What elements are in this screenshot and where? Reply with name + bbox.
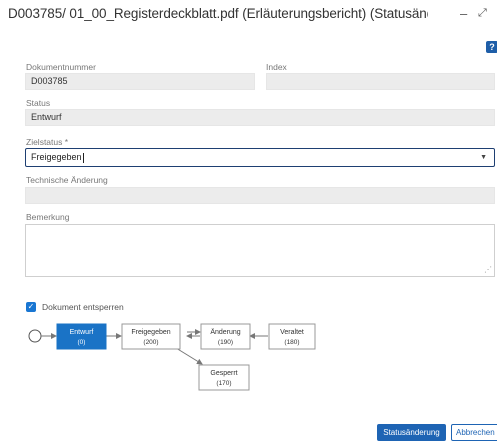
node-code: (180)	[284, 339, 299, 346]
node-label: Entwurf	[70, 329, 94, 336]
workflow-start-node	[28, 329, 42, 343]
workflow-node-veraltet: Veraltet (180)	[268, 323, 316, 350]
workflow-node-entwurf: Entwurf (0)	[56, 323, 107, 350]
statusaenderung-button[interactable]: Statusänderung	[377, 424, 446, 441]
workflow-node-gesperrt: Gesperrt (170)	[198, 364, 250, 391]
node-label: Gesperrt	[210, 370, 237, 377]
edge-freigegeben-gesperrt	[175, 347, 203, 365]
status-workflow-diagram: Entwurf (0) Freigegeben (200) Änderung (…	[28, 323, 316, 391]
node-label: Veraltet	[280, 329, 304, 336]
node-code: (0)	[78, 339, 86, 346]
node-label: Änderung	[210, 328, 240, 336]
node-label: Freigegeben	[131, 329, 170, 336]
workflow-node-aenderung: Änderung (190)	[200, 323, 251, 350]
node-code: (200)	[143, 339, 158, 346]
node-code: (190)	[218, 339, 233, 346]
abbrechen-button[interactable]: Abbrechen	[451, 424, 497, 441]
node-code: (170)	[216, 380, 231, 387]
workflow-node-freigegeben: Freigegeben (200)	[121, 323, 181, 350]
